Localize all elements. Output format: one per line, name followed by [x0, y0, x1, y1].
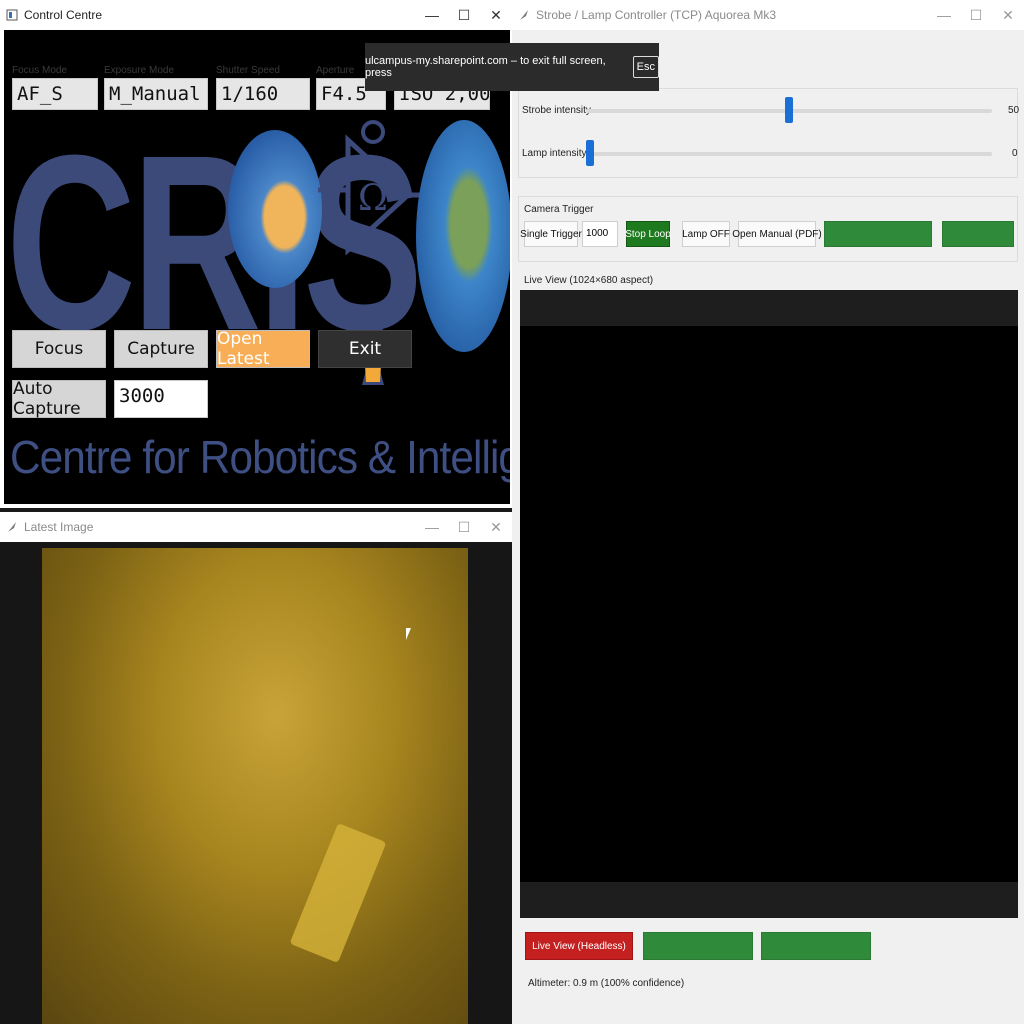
- seabed-object: [289, 822, 387, 964]
- latest-image-window: Latest Image — ☐ ✕: [0, 512, 512, 1024]
- single-trigger-button[interactable]: Single Trigger: [520, 221, 582, 247]
- lamp-intensity-value: 0: [1012, 148, 1018, 159]
- green-action-button[interactable]: [824, 221, 932, 247]
- live-view-panel: [520, 290, 1018, 918]
- open-latest-button[interactable]: Open Latest: [216, 329, 310, 369]
- lamp-off-button[interactable]: Lamp OFF: [682, 221, 730, 247]
- latest-captured-image: [42, 548, 468, 1024]
- close-button[interactable]: ✕: [992, 0, 1024, 30]
- stop-loop-button[interactable]: Stop Loop: [625, 221, 671, 247]
- focus-button[interactable]: Focus: [12, 330, 106, 368]
- auto-capture-button[interactable]: Auto Capture: [12, 379, 106, 419]
- globe-icon: [416, 120, 510, 352]
- close-button[interactable]: ✕: [480, 512, 512, 542]
- lamp-intensity-slider-thumb[interactable]: [586, 140, 594, 166]
- auto-capture-interval-input[interactable]: 3000: [114, 380, 208, 418]
- green-action-button[interactable]: [761, 932, 871, 960]
- app-icon: [6, 9, 18, 21]
- minimize-button[interactable]: —: [416, 0, 448, 30]
- live-view-label: Live View (1024×680 aspect): [524, 275, 654, 286]
- maximize-button[interactable]: ☐: [448, 512, 480, 542]
- live-view-bottom-bar: [520, 882, 1018, 918]
- altimeter-readout: Altimeter: 0.9 m (100% confidence): [528, 978, 685, 989]
- fullscreen-exit-toast: ulcampus-my.sharepoint.com – to exit ful…: [365, 43, 659, 91]
- exposure-mode-field[interactable]: M_Manual: [104, 78, 208, 110]
- feather-icon: [518, 9, 530, 21]
- minimize-button[interactable]: —: [928, 0, 960, 30]
- exposure-mode-label: Exposure Mode: [104, 65, 175, 76]
- lamp-intensity-slider[interactable]: [586, 152, 992, 156]
- svg-text:Ω: Ω: [358, 178, 388, 219]
- close-button[interactable]: ✕: [480, 0, 512, 30]
- window-title: Control Centre: [24, 8, 103, 22]
- open-manual-button[interactable]: Open Manual (PDF): [732, 221, 822, 247]
- strobe-controller-titlebar: Strobe / Lamp Controller (TCP) Aquorea M…: [512, 0, 1024, 30]
- shutter-speed-label: Shutter Speed: [216, 65, 280, 76]
- esc-key: Esc: [632, 56, 659, 78]
- aperture-label: Aperture: [316, 65, 355, 76]
- toast-text: ulcampus-my.sharepoint.com – to exit ful…: [365, 55, 606, 79]
- organization-name: Centre for Robotics & Intelligent System…: [10, 431, 510, 483]
- capture-button[interactable]: Capture: [114, 330, 208, 368]
- maximize-button[interactable]: ☐: [448, 0, 480, 30]
- live-view-headless-button[interactable]: Live View (Headless): [525, 932, 633, 960]
- maximize-button[interactable]: ☐: [960, 0, 992, 30]
- mouse-cursor-icon: [406, 628, 416, 640]
- exit-button[interactable]: Exit: [318, 330, 412, 368]
- globe-icon: [228, 130, 322, 288]
- lamp-intensity-label: Lamp intensity: [522, 148, 587, 159]
- focus-mode-label: Focus Mode: [12, 65, 68, 76]
- strobe-intensity-value: 50: [1008, 105, 1020, 116]
- window-title: Strobe / Lamp Controller (TCP) Aquorea M…: [536, 8, 777, 22]
- camera-trigger-label: Camera Trigger: [524, 204, 594, 215]
- trigger-interval-input[interactable]: 1000: [582, 221, 618, 247]
- latest-image-titlebar: Latest Image — ☐ ✕: [0, 512, 512, 542]
- control-centre-titlebar: Control Centre — ☐ ✕: [0, 0, 512, 30]
- feather-icon: [6, 521, 18, 533]
- amplifier-symbol-icon: Ω: [318, 120, 428, 385]
- strobe-intensity-slider-thumb[interactable]: [785, 97, 793, 123]
- control-centre-body: CRIS Ω Focus Mode Exposure Mode Shutter …: [4, 30, 510, 504]
- strobe-lamp-controller-window: Strobe / Lamp Controller (TCP) Aquorea M…: [512, 0, 1024, 1024]
- focus-mode-field[interactable]: AF_S: [12, 78, 98, 110]
- minimize-button[interactable]: —: [416, 512, 448, 542]
- green-action-button[interactable]: [942, 221, 1014, 247]
- live-view-top-bar: [520, 290, 1018, 326]
- green-action-button[interactable]: [643, 932, 753, 960]
- strobe-intensity-label: Strobe intensity: [522, 105, 591, 116]
- window-title: Latest Image: [24, 520, 94, 534]
- shutter-speed-field[interactable]: 1/160: [216, 78, 310, 110]
